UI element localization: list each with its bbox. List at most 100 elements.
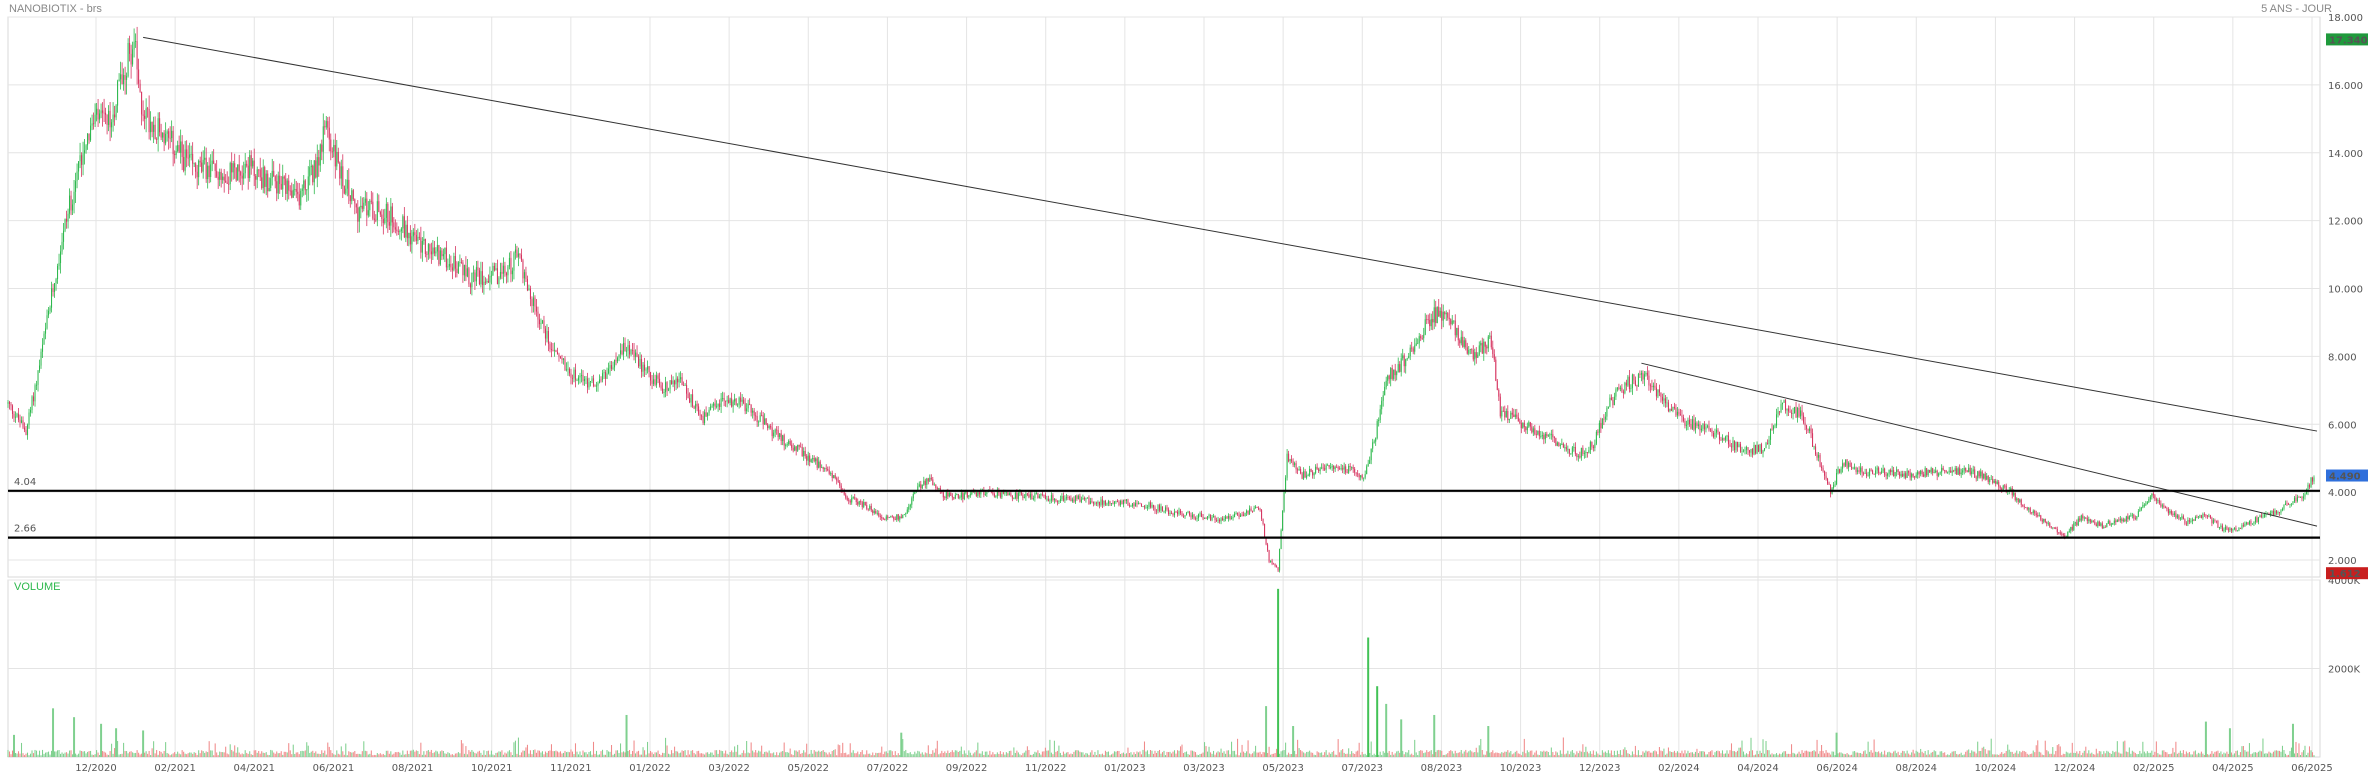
volume-bar	[318, 753, 320, 757]
volume-bar	[1763, 753, 1766, 757]
volume-bar	[1155, 752, 1158, 757]
volume-bar	[1804, 750, 1806, 757]
volume-bar	[1205, 746, 1207, 757]
candle-body	[106, 114, 108, 125]
volume-bar	[2011, 751, 2013, 757]
candle-body	[2097, 521, 2099, 527]
volume-bar	[2209, 753, 2211, 757]
candle-body	[273, 170, 275, 177]
volume-bar	[621, 752, 623, 757]
volume-bar	[249, 751, 251, 757]
candle-body	[1477, 354, 1479, 358]
volume-bar	[1086, 753, 1088, 757]
candle-body	[1023, 497, 1025, 499]
volume-bar	[711, 752, 713, 757]
volume-bar	[1957, 754, 1959, 757]
candle-body	[963, 493, 965, 500]
candle-body	[1535, 434, 1537, 436]
candle-body	[686, 384, 688, 394]
volume-bar	[1900, 752, 1902, 757]
volume-bar	[1929, 754, 1931, 757]
candle-body	[1699, 424, 1701, 431]
candle-body	[1384, 386, 1386, 396]
candle-body	[189, 154, 191, 158]
candle-body	[274, 176, 276, 182]
volume-bar	[2154, 751, 2156, 757]
candle-body	[1013, 498, 1015, 500]
volume-bar	[975, 750, 977, 757]
volume-bar	[1564, 754, 1566, 757]
volume-bar	[753, 752, 755, 757]
candle-body	[1468, 350, 1470, 354]
volume-spike	[1277, 588, 1280, 757]
candle-body	[2160, 503, 2162, 507]
volume-bar	[1264, 752, 1266, 757]
candle-body	[1945, 470, 1947, 473]
candle-body	[1815, 446, 1817, 455]
volume-bar	[1291, 754, 1293, 757]
volume-bar	[678, 753, 680, 757]
volume-bar	[1574, 754, 1576, 757]
candle-body	[561, 357, 563, 360]
volume-bar	[2139, 750, 2141, 757]
candle-body	[978, 491, 980, 495]
volume-bar	[1397, 750, 1399, 757]
candle-body	[1328, 464, 1330, 468]
candle-body	[1648, 375, 1650, 386]
candle-body	[1902, 473, 1904, 477]
volume-bar	[1202, 752, 1204, 757]
candle-body	[121, 74, 123, 85]
candle-body	[857, 501, 859, 505]
volume-bar	[369, 753, 371, 757]
volume-bar	[1935, 751, 1937, 757]
volume-bar	[1310, 752, 1312, 757]
volume-bar	[192, 753, 194, 757]
candle-body	[558, 354, 560, 357]
candle-body	[2224, 526, 2226, 530]
price-tick-label: 2.000	[2328, 556, 2357, 567]
volume-bar	[632, 750, 634, 757]
volume-bar	[915, 753, 917, 757]
volume-bar	[418, 754, 420, 757]
candle-body	[2169, 510, 2171, 514]
volume-bar	[1448, 751, 1450, 757]
volume-bar	[394, 752, 396, 757]
volume-bar	[1166, 751, 1168, 757]
candle-body	[154, 124, 156, 140]
volume-bar	[909, 752, 911, 757]
volume-bar	[1568, 754, 1570, 757]
volume-bar	[504, 752, 506, 757]
candle-body	[768, 426, 770, 429]
volume-bar	[1201, 753, 1203, 757]
candle-body	[1408, 356, 1410, 359]
candle-body	[19, 419, 21, 423]
candle-body	[88, 133, 90, 141]
stock-chart[interactable]: 4.042.66 2.0004.0006.0008.00010.00012.00…	[0, 0, 2368, 779]
candle-body	[1763, 448, 1766, 451]
candle-body	[1726, 435, 1728, 437]
volume-bar	[966, 755, 968, 757]
candle-body	[1261, 510, 1263, 519]
candle-body	[163, 132, 165, 144]
volume-bar	[1990, 738, 1992, 757]
candle-body	[2151, 493, 2153, 497]
candle-body	[1086, 497, 1088, 499]
volume-bar	[1812, 750, 1814, 757]
candle-body	[1995, 480, 1997, 484]
candle-body	[367, 210, 369, 216]
volume-bar	[1070, 753, 1072, 757]
volume-bar	[141, 753, 143, 757]
volume-bar	[1466, 752, 1468, 757]
candle-body	[2071, 526, 2073, 530]
volume-bar	[1403, 754, 1405, 757]
volume-bar	[1897, 751, 1899, 757]
volume-bar	[1860, 752, 1862, 757]
volume-bar	[1151, 750, 1153, 757]
candle-body	[1600, 422, 1602, 429]
volume-bar	[508, 750, 510, 757]
volume-bar	[2277, 750, 2279, 757]
volume-bar	[1442, 754, 1444, 757]
volume-bar	[310, 751, 312, 757]
candle-body	[1340, 468, 1342, 470]
volume-bar	[2055, 750, 2057, 757]
